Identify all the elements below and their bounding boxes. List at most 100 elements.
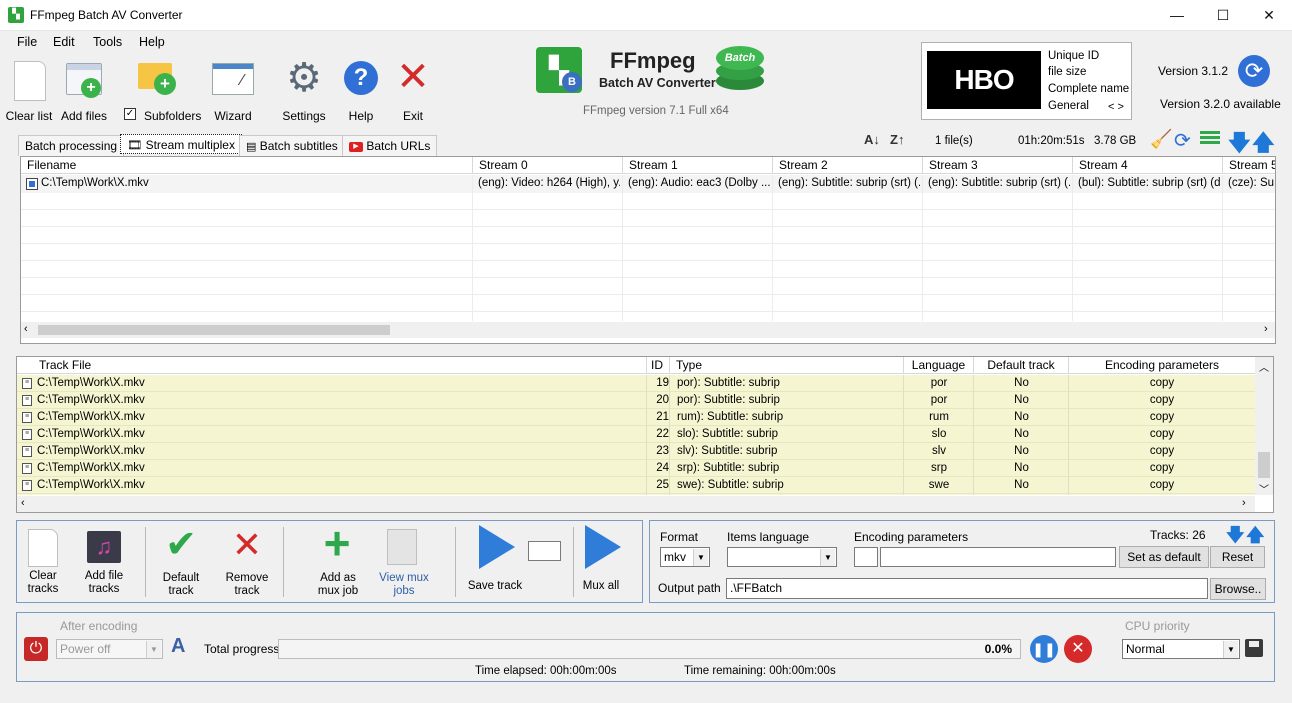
settings-button[interactable]: ⚙ Settings — [278, 57, 330, 127]
col-id[interactable]: ID — [647, 357, 670, 374]
tab-batch-urls[interactable]: ▶ Batch URLs — [342, 135, 438, 156]
col-stream-3[interactable]: Stream 3 — [923, 157, 1073, 174]
mux-all-button[interactable]: Mux all — [579, 525, 623, 601]
table-row[interactable]: ≡ C:\Temp\Work\X.mkv 22 slo): Subtitle: sub… — [17, 426, 1255, 443]
table-row[interactable]: ≡ C:\Temp\Work\X.mkv 20 por): Subtitle: sub… — [17, 392, 1255, 409]
track-type: por): Subtitle: subrip — [677, 377, 780, 389]
items-language-select[interactable]: ▼ — [727, 547, 837, 567]
default-track-label-1: Default — [162, 572, 200, 584]
menu-tools[interactable]: Tools — [93, 35, 122, 49]
col-type[interactable]: Type — [670, 357, 904, 374]
reset-button[interactable]: Reset — [1210, 546, 1265, 568]
table-row[interactable]: ≡ C:\Temp\Work\X.mkv 25 swe): Subtitle: sub… — [17, 477, 1255, 494]
checkmark-icon: ✔ — [165, 524, 197, 566]
sort-az-icon[interactable]: A↓ — [864, 132, 880, 147]
help-button[interactable]: ? Help — [338, 57, 384, 127]
col-stream-2[interactable]: Stream 2 — [773, 157, 923, 174]
stop-icon[interactable]: ✕ — [1064, 635, 1092, 663]
track-language: slv — [931, 445, 947, 457]
menu-file[interactable]: File — [17, 35, 37, 49]
format-select[interactable]: mkv ▼ — [660, 547, 710, 567]
auto-action-icon[interactable]: A — [171, 635, 195, 661]
files-grid-scroll-thumb[interactable] — [38, 325, 390, 335]
save-track-button[interactable]: Save track — [465, 525, 525, 601]
list-icon[interactable] — [1200, 129, 1220, 147]
output-path-input[interactable]: .\FFBatch — [726, 578, 1208, 599]
scroll-left-icon[interactable]: ‹ — [24, 323, 28, 335]
wizard-button[interactable]: ⁄ Wizard — [206, 57, 260, 127]
files-grid-hscrollbar[interactable]: ‹ › — [21, 322, 1275, 338]
track-default: No — [1014, 462, 1029, 474]
col-track-file[interactable]: Track File — [17, 357, 647, 374]
subfolders-checkbox[interactable]: ✓ — [124, 108, 136, 120]
add-file-tracks-button[interactable]: ♫ Add file tracks — [79, 527, 129, 601]
sort-za-icon[interactable]: Z↑ — [890, 132, 904, 147]
table-row[interactable]: ≡ C:\Temp\Work\X.mkv 23 slv): Subtitle: sub… — [17, 443, 1255, 460]
add-files-button[interactable]: + Add files — [58, 57, 110, 127]
exit-button[interactable]: ✕ Exit — [392, 57, 434, 127]
save-disk-icon[interactable] — [1245, 639, 1263, 657]
refresh-icon[interactable]: ⟳ — [1174, 128, 1191, 153]
remove-track-button[interactable]: ✕ Remove track — [221, 525, 273, 601]
add-mux-job-button[interactable]: + Add as mux job — [311, 520, 365, 601]
scroll-right-icon[interactable]: › — [1242, 497, 1246, 509]
after-encoding-select[interactable]: Power off ▼ — [56, 639, 163, 659]
col-stream-1[interactable]: Stream 1 — [623, 157, 773, 174]
table-row[interactable]: C:\Temp\Work\X.mkv (eng): Video: h264 (H… — [21, 175, 1275, 193]
update-refresh-icon[interactable]: ⟳ — [1238, 55, 1270, 87]
mediainfo-nav[interactable]: < > — [1108, 101, 1124, 113]
add-mux-job-label-1: Add as — [320, 572, 356, 584]
view-mux-jobs-button[interactable]: View mux jobs — [375, 527, 433, 601]
save-track-number-input[interactable] — [528, 541, 561, 561]
clear-tracks-button[interactable]: Clear tracks — [23, 527, 63, 601]
col-stream-5[interactable]: Stream 5 — [1223, 157, 1275, 174]
available-version[interactable]: Version 3.2.0 available — [1160, 97, 1281, 111]
scroll-left-icon[interactable]: ‹ — [21, 497, 25, 509]
col-default-track[interactable]: Default track — [974, 357, 1069, 374]
tracks-grid[interactable]: Track File ID Type Language Default trac… — [16, 356, 1274, 513]
encoding-parameters-input[interactable] — [880, 547, 1116, 567]
files-grid[interactable]: Filename Stream 0 Stream 1 Stream 2 Stre… — [20, 156, 1276, 344]
menu-edit[interactable]: Edit — [53, 35, 75, 49]
cpu-priority-select[interactable]: Normal ▼ — [1122, 639, 1240, 659]
row-stream-4: (bul): Subtitle: subrip (srt) (d... — [1078, 177, 1220, 189]
tab-batch-subtitles[interactable]: ▤ Batch subtitles — [239, 135, 345, 156]
col-encoding-parameters[interactable]: Encoding parameters — [1069, 357, 1255, 374]
col-stream-4[interactable]: Stream 4 — [1073, 157, 1223, 174]
tab-stream-multiplex[interactable]: 🎞 Stream multiplex — [120, 134, 242, 154]
tab-batch-processing[interactable]: Batch processing — [18, 135, 125, 156]
save-track-label: Save track — [467, 580, 523, 592]
set-as-default-button[interactable]: Set as default — [1119, 546, 1209, 568]
power-icon[interactable]: ⏻ — [24, 637, 48, 661]
table-row[interactable]: ≡ C:\Temp\Work\X.mkv 21 rum): Subtitle: sub… — [17, 409, 1255, 426]
table-row[interactable]: ≡ C:\Temp\Work\X.mkv 19 por): Subtitle: sub… — [17, 375, 1255, 392]
progress-panel: After encoding ⏻ Power off ▼ A Total prog… — [16, 612, 1275, 682]
track-encoding: copy — [1149, 479, 1175, 491]
scroll-down-icon[interactable]: ﹀ — [1259, 481, 1269, 496]
browse-button[interactable]: Browse.. — [1210, 578, 1266, 600]
col-filename[interactable]: Filename — [21, 157, 473, 174]
menu-help[interactable]: Help — [139, 35, 165, 49]
tracks-grid-hscrollbar[interactable]: ‹ › — [17, 496, 1255, 512]
subtitles-icon: ▤ — [246, 141, 257, 153]
default-track-button[interactable]: ✔ Default track — [157, 524, 205, 601]
track-file: C:\Temp\Work\X.mkv — [37, 428, 145, 440]
clear-list-button[interactable]: Clear list — [4, 57, 54, 127]
pause-icon[interactable]: ❚❚ — [1030, 635, 1058, 663]
scroll-right-icon[interactable]: › — [1264, 323, 1268, 335]
encoding-prefix-input[interactable] — [854, 547, 878, 567]
minimize-button[interactable]: — — [1154, 0, 1200, 31]
tracks-grid-vscrollbar[interactable]: ︿ ﹀ — [1255, 357, 1273, 496]
play-save-icon — [479, 525, 515, 569]
track-id: 21 — [656, 411, 669, 423]
col-language[interactable]: Language — [904, 357, 974, 374]
col-stream-0[interactable]: Stream 0 — [473, 157, 623, 174]
tracks-grid-scroll-thumb[interactable] — [1258, 452, 1270, 478]
subtitle-file-icon: ≡ — [22, 480, 32, 491]
table-row[interactable]: ≡ C:\Temp\Work\X.mkv 24 srp): Subtitle: sub… — [17, 460, 1255, 477]
maximize-button[interactable]: ☐ — [1200, 0, 1246, 31]
close-button[interactable]: ✕ — [1246, 0, 1292, 31]
broom-clean-icon[interactable]: 🧹 — [1150, 129, 1172, 150]
scroll-up-icon[interactable]: ︿ — [1259, 359, 1269, 374]
title-bar: ▚ FFmpeg Batch AV Converter — ☐ ✕ — [0, 0, 1292, 31]
